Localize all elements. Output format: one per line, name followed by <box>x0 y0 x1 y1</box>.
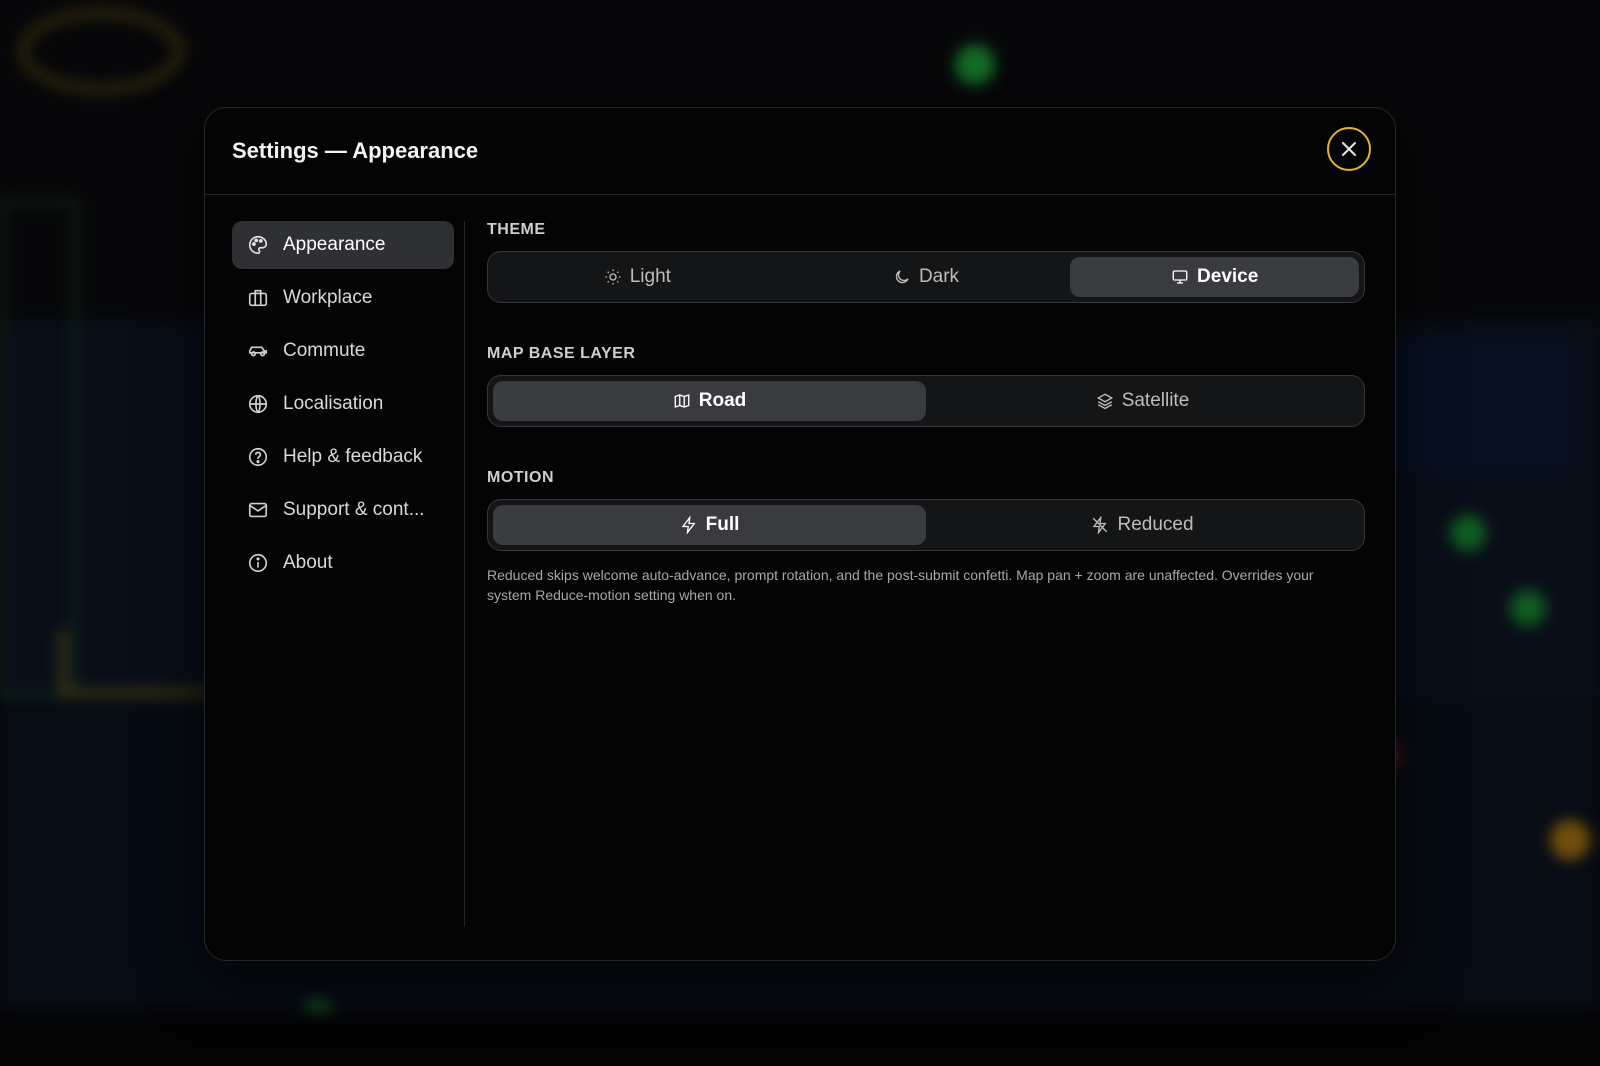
motion-option-reduced[interactable]: Reduced <box>926 505 1359 545</box>
sidebar-item-support[interactable]: Support & cont... <box>232 486 454 534</box>
map-option-label: Satellite <box>1121 390 1190 411</box>
motion-help-text: Reduced skips welcome auto-advance, prom… <box>487 567 1314 603</box>
sidebar-item-commute[interactable]: Commute <box>232 327 454 375</box>
map-layer-segmented-control: Road Satellite <box>487 375 1365 427</box>
map-base-layer-label: MAP BASE LAYER <box>487 345 636 362</box>
map-option-satellite[interactable]: Satellite <box>926 381 1359 421</box>
sidebar-item-label: Commute <box>283 340 366 361</box>
appearance-panel: THEME Light Dark Device MAP BASE LAYER R… <box>487 221 1365 605</box>
sidebar-item-appearance[interactable]: Appearance <box>232 221 454 269</box>
modal-title: Settings — Appearance <box>232 138 479 163</box>
theme-option-dark[interactable]: Dark <box>782 257 1071 297</box>
palette-icon <box>249 235 268 255</box>
sidebar-item-label: Help & feedback <box>283 446 423 467</box>
sidebar-item-about[interactable]: About <box>232 539 454 587</box>
map-option-road[interactable]: Road <box>493 381 926 421</box>
motion-option-full[interactable]: Full <box>493 505 926 545</box>
theme-label: THEME <box>487 221 546 238</box>
settings-sidebar: Appearance Workplace Commute Localisatio… <box>232 221 454 592</box>
theme-option-device[interactable]: Device <box>1070 257 1360 297</box>
layers-icon <box>1096 393 1113 410</box>
sidebar-item-label: Support & cont... <box>283 499 425 520</box>
sidebar-item-help[interactable]: Help & feedback <box>232 433 454 481</box>
moon-icon <box>895 270 909 284</box>
motion-segmented-control: Full Reduced <box>487 499 1365 551</box>
monitor-icon <box>1172 270 1188 284</box>
theme-option-label: Light <box>629 266 671 287</box>
modal-header: Settings — Appearance <box>205 108 1395 195</box>
map-icon <box>674 394 690 408</box>
close-icon <box>1342 142 1356 156</box>
zap-off-icon <box>1093 516 1108 534</box>
sidebar-item-label: Appearance <box>283 234 386 255</box>
sidebar-item-label: Workplace <box>283 287 373 308</box>
motion-option-label: Full <box>705 514 740 535</box>
sun-icon <box>605 269 621 285</box>
globe-icon <box>248 394 268 414</box>
mail-icon <box>248 502 268 518</box>
settings-modal: Settings — Appearance Appearance Workpla… <box>204 107 1396 961</box>
theme-option-light[interactable]: Light <box>493 257 782 297</box>
briefcase-icon <box>248 289 268 307</box>
sidebar-item-label: About <box>283 552 333 573</box>
zap-icon <box>681 516 696 534</box>
motion-option-label: Reduced <box>1117 514 1194 535</box>
sidebar-divider <box>464 221 465 927</box>
sidebar-item-localisation[interactable]: Localisation <box>232 380 454 428</box>
close-button[interactable] <box>1327 127 1371 171</box>
sidebar-item-label: Localisation <box>283 393 384 414</box>
map-option-label: Road <box>698 390 747 411</box>
sidebar-item-workplace[interactable]: Workplace <box>232 274 454 322</box>
help-circle-icon <box>248 447 268 467</box>
car-icon <box>248 346 268 357</box>
theme-option-label: Device <box>1197 266 1259 287</box>
info-icon <box>248 553 268 573</box>
theme-option-label: Dark <box>918 266 960 287</box>
motion-label: MOTION <box>487 469 554 486</box>
theme-segmented-control: Light Dark Device <box>487 251 1365 303</box>
